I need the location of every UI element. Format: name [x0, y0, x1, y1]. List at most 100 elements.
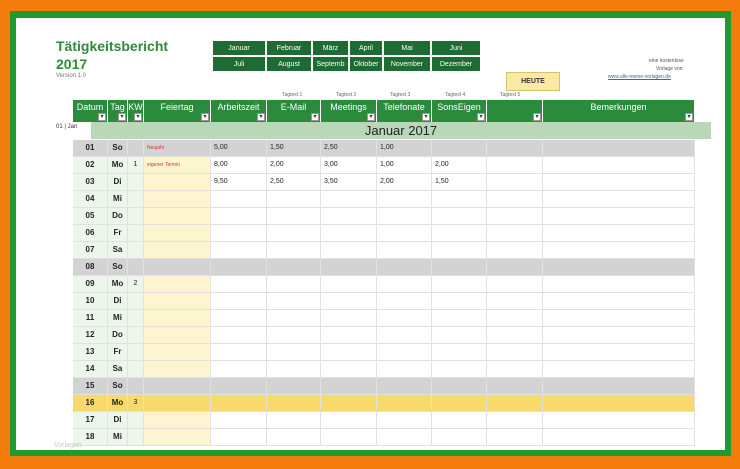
value-cell[interactable] [267, 225, 321, 242]
value-cell[interactable] [487, 378, 543, 395]
value-cell[interactable] [543, 174, 695, 191]
value-cell[interactable] [267, 429, 321, 446]
weekday-cell[interactable]: Mo [108, 276, 128, 293]
value-cell[interactable] [487, 361, 543, 378]
value-cell[interactable] [211, 208, 267, 225]
holiday-cell[interactable] [144, 327, 211, 344]
value-cell[interactable] [321, 378, 377, 395]
month-button-märz[interactable]: März [312, 40, 349, 56]
value-cell[interactable] [432, 191, 487, 208]
holiday-cell[interactable] [144, 293, 211, 310]
value-cell[interactable] [321, 225, 377, 242]
date-cell[interactable]: 04 [73, 191, 108, 208]
value-cell[interactable] [377, 395, 432, 412]
value-cell[interactable] [543, 259, 695, 276]
value-cell[interactable]: 2,00 [377, 174, 432, 191]
filter-dropdown-icon[interactable]: ▾ [134, 113, 142, 121]
value-cell[interactable] [267, 344, 321, 361]
value-cell[interactable] [211, 276, 267, 293]
value-cell[interactable] [267, 293, 321, 310]
value-cell[interactable] [211, 395, 267, 412]
value-cell[interactable] [432, 395, 487, 412]
weekday-cell[interactable]: Di [108, 412, 128, 429]
week-number-cell[interactable]: 1 [128, 157, 144, 174]
month-button-septemb[interactable]: Septemb [312, 56, 349, 72]
weekday-cell[interactable]: Fr [108, 344, 128, 361]
week-number-cell[interactable] [128, 429, 144, 446]
value-cell[interactable] [267, 378, 321, 395]
value-cell[interactable] [487, 429, 543, 446]
value-cell[interactable] [487, 157, 543, 174]
value-cell[interactable] [543, 157, 695, 174]
value-cell[interactable] [487, 395, 543, 412]
value-cell[interactable] [487, 140, 543, 157]
value-cell[interactable] [487, 208, 543, 225]
value-cell[interactable] [321, 259, 377, 276]
value-cell[interactable] [487, 225, 543, 242]
weekday-cell[interactable]: So [108, 140, 128, 157]
holiday-cell[interactable]: eigener Termin [144, 157, 211, 174]
week-number-cell[interactable] [128, 412, 144, 429]
value-cell[interactable] [377, 259, 432, 276]
value-cell[interactable] [211, 242, 267, 259]
month-button-august[interactable]: August [266, 56, 312, 72]
value-cell[interactable] [543, 140, 695, 157]
value-cell[interactable] [543, 378, 695, 395]
holiday-cell[interactable] [144, 395, 211, 412]
value-cell[interactable] [211, 412, 267, 429]
value-cell[interactable] [377, 191, 432, 208]
value-cell[interactable] [543, 191, 695, 208]
month-button-april[interactable]: April [349, 40, 383, 56]
weekday-cell[interactable]: So [108, 259, 128, 276]
value-cell[interactable] [267, 191, 321, 208]
week-number-cell[interactable]: 2 [128, 276, 144, 293]
holiday-cell[interactable] [144, 429, 211, 446]
holiday-cell[interactable] [144, 242, 211, 259]
value-cell[interactable] [321, 208, 377, 225]
value-cell[interactable] [377, 327, 432, 344]
value-cell[interactable] [211, 293, 267, 310]
value-cell[interactable] [321, 191, 377, 208]
value-cell[interactable] [321, 310, 377, 327]
holiday-cell[interactable] [144, 208, 211, 225]
value-cell[interactable] [543, 429, 695, 446]
value-cell[interactable] [543, 310, 695, 327]
filter-dropdown-icon[interactable]: ▾ [98, 113, 106, 121]
week-number-cell[interactable] [128, 259, 144, 276]
value-cell[interactable] [267, 412, 321, 429]
value-cell[interactable] [321, 293, 377, 310]
value-cell[interactable] [267, 361, 321, 378]
date-cell[interactable]: 15 [73, 378, 108, 395]
month-button-juli[interactable]: Juli [212, 56, 266, 72]
week-number-cell[interactable] [128, 140, 144, 157]
date-cell[interactable]: 10 [73, 293, 108, 310]
month-button-mai[interactable]: Mai [383, 40, 431, 56]
week-number-cell[interactable] [128, 378, 144, 395]
month-button-november[interactable]: November [383, 56, 431, 72]
value-cell[interactable] [267, 208, 321, 225]
date-cell[interactable]: 09 [73, 276, 108, 293]
weekday-cell[interactable]: Mo [108, 157, 128, 174]
value-cell[interactable] [267, 310, 321, 327]
value-cell[interactable] [267, 259, 321, 276]
heute-button[interactable]: HEUTE [506, 72, 560, 91]
weekday-cell[interactable]: Do [108, 327, 128, 344]
value-cell[interactable] [321, 361, 377, 378]
date-cell[interactable]: 11 [73, 310, 108, 327]
value-cell[interactable]: 5,00 [211, 140, 267, 157]
value-cell[interactable] [487, 191, 543, 208]
holiday-cell[interactable] [144, 191, 211, 208]
month-button-februar[interactable]: Februar [266, 40, 312, 56]
holiday-cell[interactable] [144, 361, 211, 378]
value-cell[interactable]: 2,50 [267, 174, 321, 191]
value-cell[interactable] [267, 276, 321, 293]
value-cell[interactable] [321, 429, 377, 446]
weekday-cell[interactable]: Di [108, 293, 128, 310]
date-cell[interactable]: 05 [73, 208, 108, 225]
value-cell[interactable] [543, 327, 695, 344]
value-cell[interactable] [211, 361, 267, 378]
filter-dropdown-icon[interactable]: ▾ [685, 113, 693, 121]
value-cell[interactable] [432, 259, 487, 276]
value-cell[interactable] [377, 242, 432, 259]
holiday-cell[interactable] [144, 259, 211, 276]
